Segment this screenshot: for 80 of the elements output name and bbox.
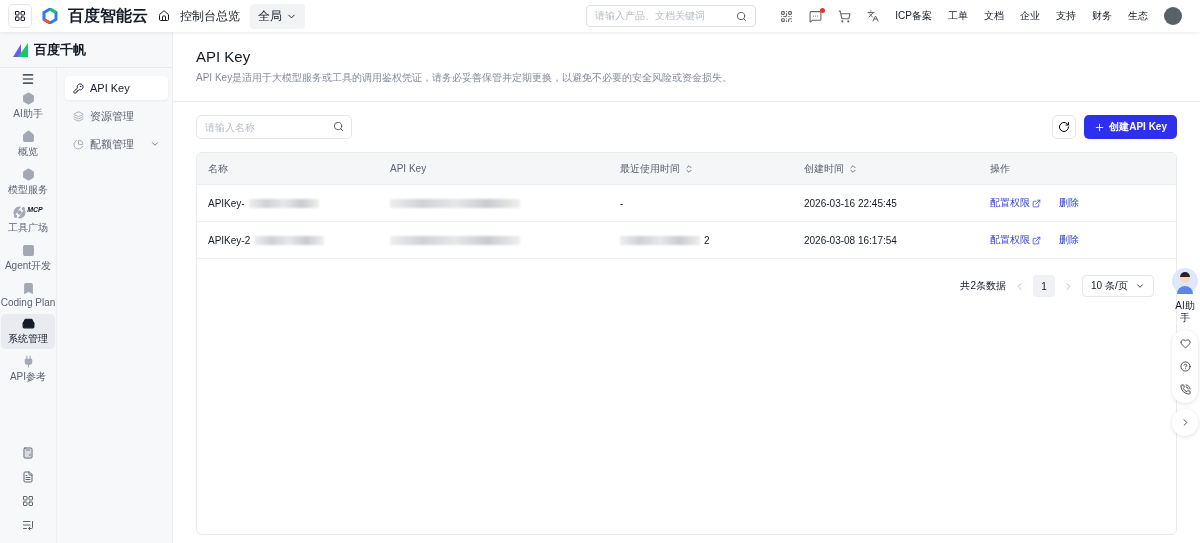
inbox-icon xyxy=(21,317,35,330)
column-header: 操作 xyxy=(990,161,1010,176)
search-icon[interactable] xyxy=(333,121,344,132)
product-name: 百度千帆 xyxy=(34,40,86,59)
heart-icon[interactable] xyxy=(1179,338,1191,349)
created-time: 2026-03-08 16:17:54 xyxy=(804,234,898,246)
message-icon[interactable] xyxy=(809,9,823,23)
submenu-item[interactable]: 配额管理 xyxy=(65,132,168,156)
list-icon[interactable] xyxy=(22,519,34,531)
hexagon-icon xyxy=(21,168,35,181)
assistant-label[interactable]: AI助手 xyxy=(1174,300,1196,324)
rail-item[interactable]: API参考 xyxy=(1,352,55,387)
pie-chart-icon xyxy=(73,138,84,150)
document-icon[interactable] xyxy=(22,471,34,483)
refresh-button[interactable] xyxy=(1052,115,1077,139)
cube-logo-icon xyxy=(42,8,58,24)
user-avatar[interactable] xyxy=(1164,7,1182,25)
bookmark-icon xyxy=(21,282,35,295)
last-used-time: 2 xyxy=(704,234,710,246)
layers-icon xyxy=(73,110,84,122)
refresh-icon xyxy=(1058,121,1071,133)
language-icon[interactable] xyxy=(867,10,880,22)
key-icon xyxy=(73,82,84,94)
cart-icon[interactable] xyxy=(838,9,852,23)
plus-icon xyxy=(1094,121,1106,133)
phone-icon[interactable] xyxy=(1179,384,1191,395)
delete-link[interactable]: 删除 xyxy=(1059,196,1079,210)
apps-button[interactable] xyxy=(8,4,32,28)
nav-link[interactable]: 工单 xyxy=(948,9,968,23)
column-header[interactable]: 创建时间 xyxy=(804,161,844,176)
page-title: API Key xyxy=(196,48,252,65)
redacted-text xyxy=(254,235,325,245)
column-header: API Key xyxy=(390,163,427,174)
menu-icon[interactable] xyxy=(21,72,35,86)
key-name: APIKey- xyxy=(208,197,245,209)
nav-link[interactable]: 企业 xyxy=(1020,9,1040,23)
last-used-time: - xyxy=(620,197,624,209)
help-icon[interactable] xyxy=(1179,361,1191,372)
external-link-icon xyxy=(1032,235,1041,245)
rail-item[interactable]: 系统管理 xyxy=(1,314,55,349)
page-size-select[interactable]: 10 条/页 xyxy=(1082,275,1154,297)
name-search-field[interactable]: 请输入名称 xyxy=(196,115,352,139)
home-icon xyxy=(158,10,170,22)
submenu-item[interactable]: API Key xyxy=(65,76,168,100)
submenu-item[interactable]: 资源管理 xyxy=(65,104,168,128)
chevron-down-icon xyxy=(1135,281,1145,291)
permissions-link[interactable]: 配置权限 xyxy=(990,196,1041,210)
external-link-icon xyxy=(1032,198,1041,208)
created-time: 2026-03-16 22:45:45 xyxy=(804,197,898,209)
rail-item[interactable]: Agent开发 xyxy=(1,241,55,276)
permissions-link[interactable]: 配置权限 xyxy=(990,233,1041,247)
page-button[interactable]: 1 xyxy=(1033,275,1055,297)
column-header[interactable]: 最近使用时间 xyxy=(620,161,680,176)
rail-item[interactable]: AI助手 xyxy=(1,89,55,124)
planet-icon xyxy=(13,206,27,219)
nav-link[interactable]: 文档 xyxy=(984,9,1004,23)
hexagon-icon xyxy=(21,92,35,105)
rail-item[interactable]: 概览 xyxy=(1,127,55,162)
brand-name: 百度智能云 xyxy=(68,5,148,26)
console-link[interactable]: 控制台总览 xyxy=(180,7,240,25)
assistant-figure[interactable] xyxy=(1172,268,1198,294)
key-name: APIKey-2 xyxy=(208,234,251,246)
nav-link[interactable]: 支持 xyxy=(1056,9,1076,23)
rail-item[interactable]: 模型服务 xyxy=(1,165,55,200)
delete-link[interactable]: 删除 xyxy=(1059,233,1079,247)
rail-item[interactable]: Coding Plan xyxy=(1,279,55,311)
create-api-key-button[interactable]: 创建API Key xyxy=(1084,115,1177,139)
total-count: 共2条数据 xyxy=(960,279,1006,293)
qr-code-icon[interactable] xyxy=(780,9,794,23)
sail-logo-icon xyxy=(12,41,30,58)
search-icon xyxy=(736,10,748,22)
column-header: 名称 xyxy=(208,161,228,176)
page-description: API Key是适用于大模型服务或工具的调用鉴权凭证，请务必妥善保管并定期更换，以避免不必要的安全风险或资金损失。 xyxy=(196,71,734,85)
nav-link[interactable]: 生态 xyxy=(1128,9,1148,23)
apps-icon[interactable] xyxy=(22,495,34,507)
region-select[interactable]: 全局 xyxy=(250,3,305,29)
redacted-text xyxy=(248,198,319,208)
home-icon xyxy=(21,130,35,143)
nav-link[interactable]: 财务 xyxy=(1092,9,1112,23)
nav-link[interactable]: ICP备案 xyxy=(895,9,932,23)
